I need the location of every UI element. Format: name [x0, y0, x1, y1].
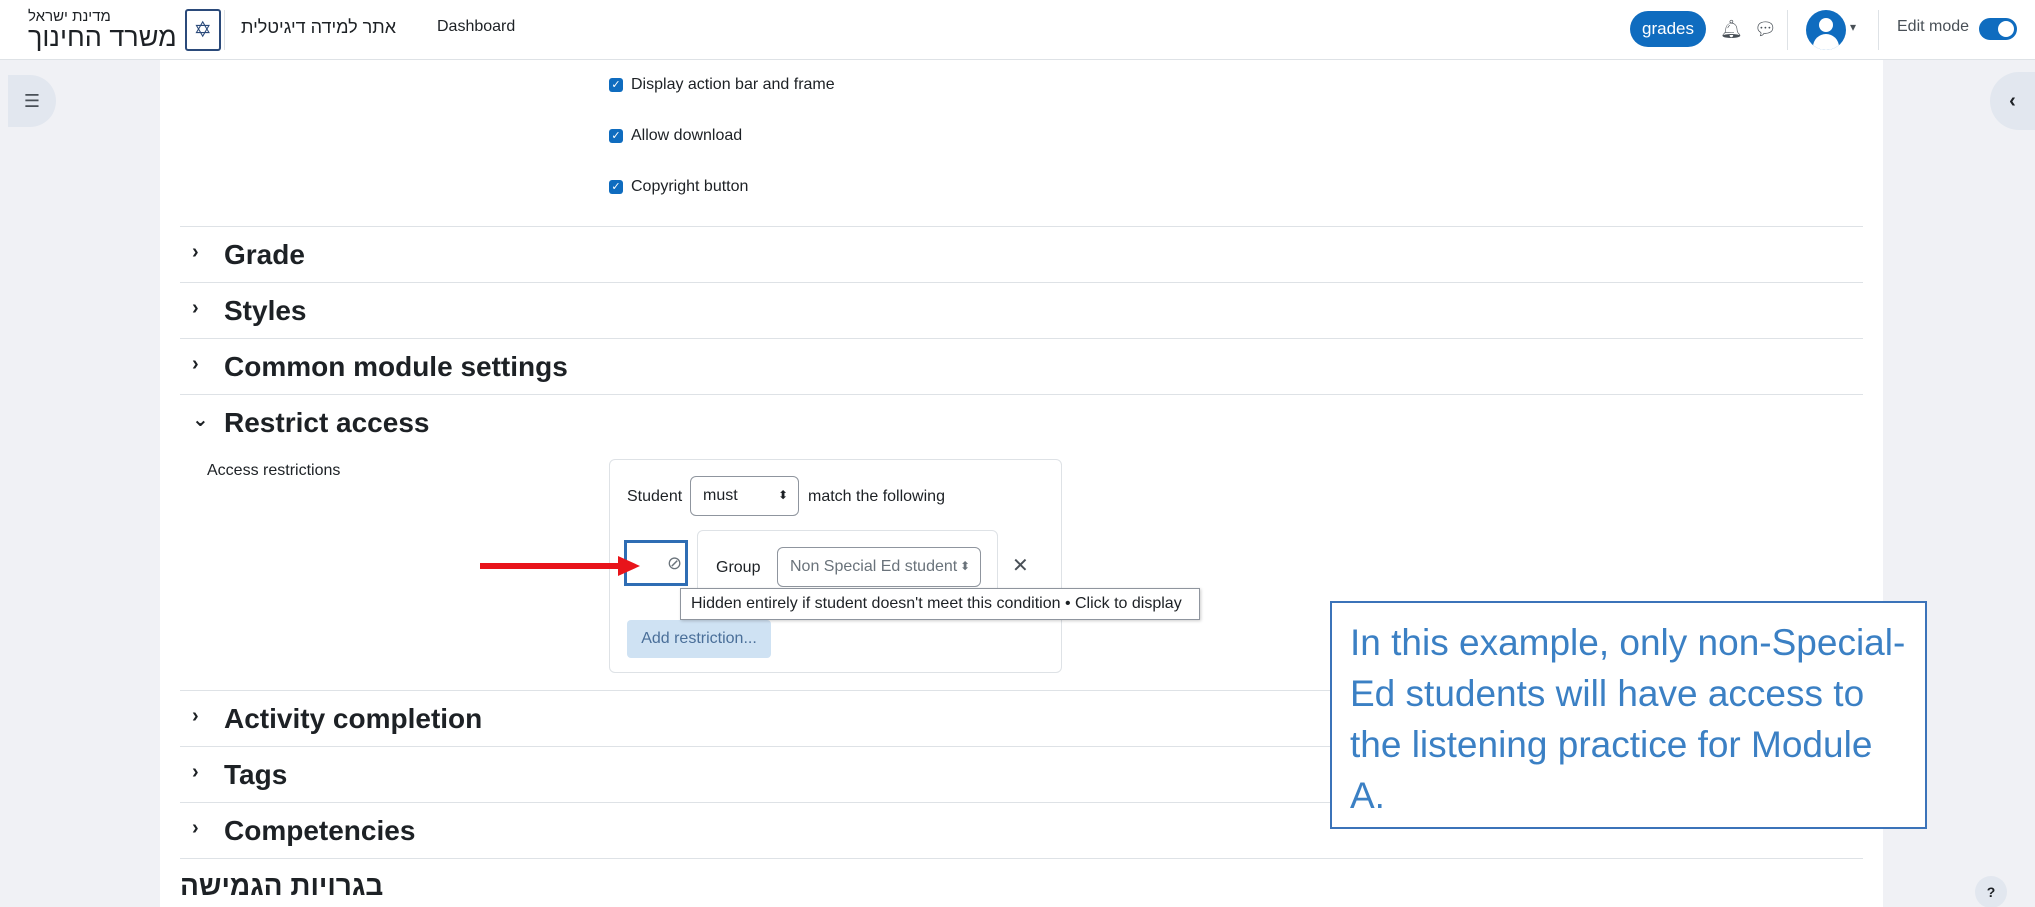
match-label: match the following [808, 488, 945, 505]
section-styles[interactable]: › Styles [180, 282, 1863, 338]
section-grade[interactable]: › Grade [180, 226, 1863, 282]
chevron-down-icon[interactable]: ▾ [1850, 20, 1856, 34]
chevron-right-icon: › [192, 297, 199, 319]
must-select-value: must [703, 487, 738, 504]
logo-big-text: משרד החינוך [28, 22, 177, 52]
delete-condition-icon[interactable]: ✕ [1012, 553, 1029, 578]
chat-icon[interactable]: 💬︎ [1754, 18, 1777, 40]
chevron-right-icon: › [192, 761, 199, 783]
divider [1878, 10, 1879, 50]
section-title: Activity completion [224, 703, 483, 734]
help-button[interactable]: ? [1975, 876, 2007, 907]
site-link[interactable]: אתר למידה דיגיטלית [241, 17, 396, 38]
top-navbar: ✡ מדינת ישראל משרד החינוך אתר למידה דיגי… [0, 0, 2035, 60]
divider [224, 10, 225, 50]
section-title: Competencies [224, 815, 416, 846]
chevron-right-icon: › [192, 353, 199, 375]
checkbox-checked-icon[interactable]: ✓ [609, 180, 623, 194]
eye-tooltip: Hidden entirely if student doesn't meet … [680, 588, 1200, 620]
emblem-icon: ✡ [184, 9, 221, 51]
group-select-value: Non Special Ed student [790, 558, 958, 575]
avatar[interactable] [1806, 10, 1846, 50]
chevron-left-icon: ‹ [2009, 89, 2016, 112]
option-label: Allow download [631, 127, 743, 144]
annotation-arrow [480, 556, 640, 576]
bell-icon[interactable]: 🔔︎ [1720, 18, 1743, 40]
edit-mode-label: Edit mode [1897, 18, 1970, 35]
group-select[interactable]: Non Special Ed student ⬍ [777, 547, 981, 587]
section-title: Common module settings [224, 351, 568, 382]
option-copyright-button[interactable]: ✓ Copyright button [609, 178, 748, 196]
select-arrow-icon: ⬍ [959, 559, 970, 573]
divider [1787, 10, 1788, 50]
select-arrow-icon: ⬍ [777, 488, 788, 502]
chevron-right-icon: › [192, 817, 199, 839]
section-restrict-access[interactable]: ⌄ Restrict access [180, 394, 1863, 450]
annotation-callout: In this example, only non-Special-Ed stu… [1330, 601, 1927, 829]
group-label: Group [716, 559, 761, 576]
section-title: Grade [224, 239, 305, 270]
option-label: Copyright button [631, 178, 749, 195]
block-drawer-toggle[interactable]: ‹ [1990, 72, 2035, 130]
section-title: Styles [224, 295, 307, 326]
option-allow-download[interactable]: ✓ Allow download [609, 127, 742, 145]
grades-button[interactable]: grades [1630, 11, 1706, 47]
must-select[interactable]: must ⬍ [690, 476, 799, 516]
ministry-logo[interactable]: ✡ מדינת ישראל משרד החינוך [28, 6, 221, 54]
section-common-module-settings[interactable]: › Common module settings [180, 338, 1863, 394]
chevron-right-icon: › [192, 705, 199, 727]
course-index-toggle[interactable]: ☰ [8, 75, 56, 127]
option-display-action-bar[interactable]: ✓ Display action bar and frame [609, 76, 835, 94]
footer-heading: בגרויות הגמישה [180, 870, 384, 901]
chevron-down-icon: ⌄ [192, 409, 209, 431]
divider [180, 858, 1863, 859]
add-restriction-button[interactable]: Add restriction... [627, 620, 771, 658]
section-title: Tags [224, 759, 288, 790]
availability-conditions: Student must ⬍ match the following ⊘ Gro… [609, 459, 1062, 673]
checkbox-checked-icon[interactable]: ✓ [609, 78, 623, 92]
dashboard-link[interactable]: Dashboard [437, 18, 515, 36]
edit-mode-toggle[interactable] [1979, 18, 2017, 40]
list-icon: ☰ [23, 90, 41, 111]
section-title: Restrict access [224, 407, 430, 438]
checkbox-checked-icon[interactable]: ✓ [609, 129, 623, 143]
chevron-right-icon: › [192, 241, 199, 263]
option-label: Display action bar and frame [631, 76, 835, 93]
access-restrictions-label: Access restrictions [207, 462, 341, 479]
student-label: Student [627, 488, 683, 505]
